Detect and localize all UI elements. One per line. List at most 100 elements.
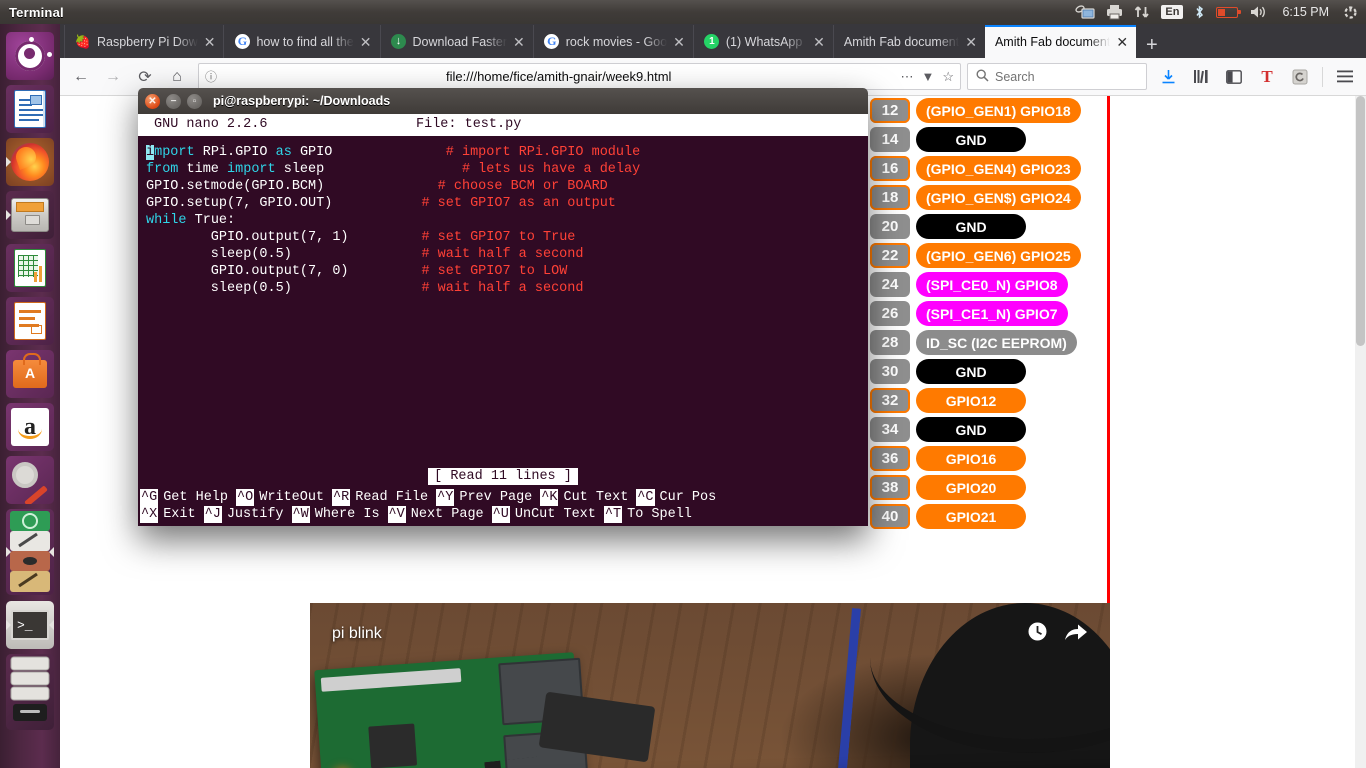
browser-tab-2[interactable]: Download Faster ✕ bbox=[379, 25, 533, 58]
launcher-item-files[interactable] bbox=[6, 191, 54, 239]
nano-shortcut[interactable]: ^Y Prev Page bbox=[436, 489, 532, 506]
toolbar-divider bbox=[1322, 66, 1323, 87]
tab-close-icon[interactable]: ✕ bbox=[965, 35, 977, 49]
watch-later-icon[interactable] bbox=[1027, 621, 1048, 648]
sidebar-icon[interactable] bbox=[1219, 63, 1249, 91]
tab-close-icon[interactable]: ✕ bbox=[813, 35, 825, 49]
launcher-item-terminal[interactable]: >_ bbox=[6, 601, 54, 649]
nano-shortcut[interactable]: ^G Get Help bbox=[140, 489, 228, 506]
downloads-icon[interactable] bbox=[1153, 63, 1183, 91]
launcher-item-amazon[interactable]: a bbox=[6, 403, 54, 451]
reload-button[interactable]: ⟳ bbox=[130, 63, 160, 91]
tab-close-icon[interactable]: ✕ bbox=[360, 35, 372, 49]
gpio-pin-label: (SPI_CE1_N) GPIO7 bbox=[916, 301, 1068, 326]
launcher-item-software-center[interactable]: A bbox=[6, 350, 54, 398]
toolbar-buttons: T bbox=[1149, 63, 1360, 91]
extension-icon[interactable] bbox=[1285, 63, 1315, 91]
keyboard-layout-icon[interactable]: En bbox=[1161, 0, 1184, 24]
launcher-item-system-settings[interactable] bbox=[6, 456, 54, 504]
nano-shortcut-key: ^O bbox=[236, 489, 255, 506]
gpio-row: 28 ID_SC (I2C EEPROM) bbox=[870, 328, 1107, 357]
launcher-item-libreoffice-impress[interactable] bbox=[6, 297, 54, 345]
gpio-pin-label: ID_SC (I2C EEPROM) bbox=[916, 330, 1077, 355]
scrollbar-thumb[interactable] bbox=[1356, 96, 1365, 346]
launcher-item-devices-trash[interactable] bbox=[6, 654, 54, 730]
browser-tab-3[interactable]: G rock movies - Goo ✕ bbox=[532, 25, 693, 58]
gpio-rows: 12 (GPIO_GEN1) GPIO18 14 GND 16 (GPIO_GE… bbox=[870, 96, 1107, 531]
gpio-row: 30 GND bbox=[870, 357, 1107, 386]
new-tab-button[interactable]: + bbox=[1136, 35, 1168, 58]
nano-shortcut[interactable]: ^J Justify bbox=[203, 506, 284, 523]
nano-editor-text[interactable]: import RPi.GPIO as GPIO # import RPi.GPI… bbox=[138, 136, 868, 297]
browser-tab-0[interactable]: 🍓 Raspberry Pi Dow ✕ bbox=[64, 25, 223, 58]
nano-shortcut[interactable]: ^K Cut Text bbox=[540, 489, 628, 506]
nano-shortcut[interactable]: ^T To Spell bbox=[603, 506, 692, 523]
battery-icon[interactable] bbox=[1216, 0, 1241, 24]
page-scrollbar[interactable] bbox=[1355, 96, 1366, 768]
home-button[interactable]: ⌂ bbox=[162, 63, 192, 91]
display-share-icon[interactable] bbox=[1075, 0, 1095, 24]
nano-shortcut-label: Justify bbox=[226, 507, 284, 522]
minimize-icon[interactable]: − bbox=[166, 93, 181, 109]
site-info-icon[interactable]: ⓘ bbox=[205, 68, 217, 85]
video-title[interactable]: pi blink bbox=[332, 625, 382, 643]
pocket-icon[interactable]: ▼ bbox=[921, 69, 934, 84]
terminal-body[interactable]: GNU nano 2.2.6 File: test.py import RPi.… bbox=[138, 114, 868, 526]
bookmark-star-icon[interactable]: ☆ bbox=[942, 69, 954, 85]
terminal-titlebar[interactable]: ✕ − ▫ pi@raspberrypi: ~/Downloads bbox=[138, 88, 868, 114]
close-icon[interactable]: ✕ bbox=[145, 93, 160, 109]
url-bar[interactable]: ⓘ file:///home/fice/amith-gnair/week9.ht… bbox=[198, 63, 961, 90]
menu-icon[interactable] bbox=[1330, 63, 1360, 91]
power-gear-icon[interactable] bbox=[1342, 0, 1359, 24]
nano-shortcut[interactable]: ^U UnCut Text bbox=[491, 506, 596, 523]
nano-shortcut[interactable]: ^W Where Is bbox=[291, 506, 380, 523]
youtube-video-embed[interactable]: pi blink bbox=[310, 603, 1110, 768]
nano-shortcut-key: ^R bbox=[332, 489, 351, 506]
gpio-pin-label: (GPIO_GEN1) GPIO18 bbox=[916, 98, 1081, 123]
gpio-pin-number: 18 bbox=[870, 185, 910, 210]
network-updown-icon[interactable] bbox=[1134, 0, 1150, 24]
gpio-pin-number: 14 bbox=[870, 127, 910, 152]
launcher-item-firefox[interactable] bbox=[6, 138, 54, 186]
nano-shortcut[interactable]: ^O WriteOut bbox=[236, 489, 324, 506]
terminal-window[interactable]: ✕ − ▫ pi@raspberrypi: ~/Downloads GNU na… bbox=[138, 88, 868, 526]
launcher-item-libreoffice-writer[interactable] bbox=[6, 85, 54, 133]
page-actions-icon[interactable]: ⋯ bbox=[900, 69, 913, 85]
nano-shortcut-key: ^U bbox=[491, 506, 510, 523]
keyboard-layout-label: En bbox=[1161, 5, 1184, 19]
text-tool-icon[interactable]: T bbox=[1252, 63, 1282, 91]
maximize-icon[interactable]: ▫ bbox=[187, 93, 202, 109]
share-icon[interactable] bbox=[1064, 622, 1088, 648]
back-button[interactable]: ← bbox=[66, 63, 96, 91]
launcher-item-app-stack[interactable] bbox=[6, 509, 54, 595]
bluetooth-icon[interactable] bbox=[1194, 0, 1205, 24]
browser-tab-1[interactable]: G how to find all the ✕ bbox=[223, 25, 379, 58]
browser-tab-4[interactable]: (1) WhatsApp ✕ bbox=[692, 25, 833, 58]
nano-shortcut[interactable]: ^V Next Page bbox=[387, 506, 484, 523]
tab-label: how to find all the bbox=[256, 34, 354, 49]
search-input[interactable]: Search bbox=[967, 63, 1147, 90]
launcher-item-ubuntu-dash[interactable] bbox=[6, 32, 54, 80]
forward-button[interactable]: → bbox=[98, 63, 128, 91]
code-line: sleep(0.5) # wait half a second bbox=[146, 247, 584, 262]
browser-tab-5[interactable]: Amith Fab document ✕ bbox=[832, 25, 985, 58]
gpio-pin-label: GND bbox=[916, 359, 1026, 384]
tab-label: (1) WhatsApp bbox=[726, 34, 808, 49]
launcher-item-libreoffice-calc[interactable] bbox=[6, 244, 54, 292]
volume-icon[interactable] bbox=[1249, 0, 1269, 24]
nano-header: GNU nano 2.2.6 File: test.py bbox=[138, 114, 868, 136]
tab-bar: 🍓 Raspberry Pi Dow ✕ G how to find all t… bbox=[60, 24, 1366, 58]
nano-shortcut[interactable]: ^X Exit bbox=[140, 506, 196, 523]
printer-icon[interactable] bbox=[1106, 0, 1123, 24]
tab-close-icon[interactable]: ✕ bbox=[204, 35, 216, 49]
tab-close-icon[interactable]: ✕ bbox=[513, 35, 525, 49]
clock[interactable]: 6:15 PM bbox=[1280, 5, 1331, 19]
nano-shortcut[interactable]: ^C Cur Pos bbox=[636, 489, 716, 506]
browser-tab-6-active[interactable]: Amith Fab document ✕ bbox=[984, 25, 1137, 58]
nano-shortcut[interactable]: ^R Read File bbox=[332, 489, 428, 506]
library-icon[interactable] bbox=[1186, 63, 1216, 91]
panel-app-title[interactable]: Terminal bbox=[9, 5, 64, 20]
tab-close-icon[interactable]: ✕ bbox=[673, 35, 685, 49]
tab-close-icon[interactable]: ✕ bbox=[1116, 35, 1128, 49]
gpio-pin-number: 32 bbox=[870, 388, 910, 413]
